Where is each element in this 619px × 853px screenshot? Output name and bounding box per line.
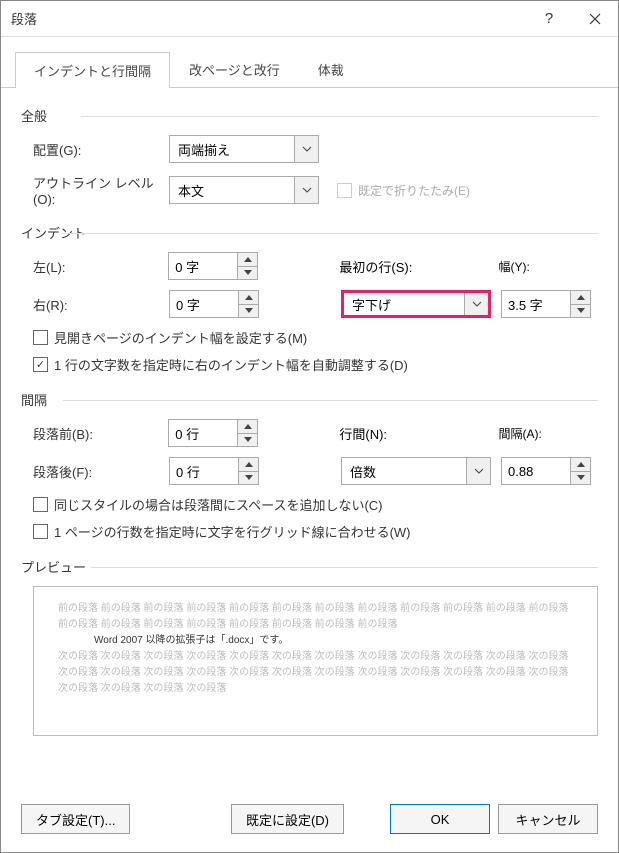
group-preview: プレビュー 前の段落 前の段落 前の段落 前の段落 前の段落 前の段落 前の段落… (21, 557, 598, 736)
preview-box: 前の段落 前の段落 前の段落 前の段落 前の段落 前の段落 前の段落 前の段落 … (33, 586, 598, 736)
content: 全般 配置(G): 両端揃え アウトライン レベル(O): 本文 既定で折りたた… (1, 88, 618, 790)
tab-indent-spacing[interactable]: インデントと行間隔 (15, 52, 170, 88)
outline-select[interactable]: 本文 (169, 176, 319, 204)
outline-label: アウトライン レベル(O): (33, 173, 169, 207)
tab-bar: インデントと行間隔 改ページと改行 体裁 (1, 37, 618, 88)
tab-label: 改ページと改行 (189, 63, 280, 78)
cancel-button[interactable]: キャンセル (498, 804, 598, 834)
preview-sample-text: Word 2007 以降の拡張子は「.docx」です。 (58, 633, 573, 649)
at-label: 間隔(A): (499, 425, 598, 442)
spin-value: 0.88 (502, 464, 570, 479)
tab-page-break[interactable]: 改ページと改行 (170, 51, 299, 87)
spin-up-icon[interactable] (238, 253, 257, 267)
alignment-select[interactable]: 両端揃え (169, 135, 319, 163)
spin-up-icon[interactable] (238, 420, 257, 434)
tab-label: インデントと行間隔 (34, 64, 151, 79)
spin-value: 0 字 (170, 295, 238, 314)
group-heading: 間隔 (21, 390, 598, 409)
select-value: 両端揃え (170, 140, 294, 159)
preview-before-text: 前の段落 前の段落 前の段落 前の段落 前の段落 前の段落 前の段落 前の段落 … (58, 601, 573, 633)
group-heading: プレビュー (21, 557, 598, 576)
line-spacing-label: 行間(N): (339, 424, 498, 443)
at-spinner[interactable]: 0.88 (501, 457, 591, 485)
right-indent-label: 右(R): (33, 295, 169, 314)
chevron-down-icon (294, 177, 318, 203)
group-indent: インデント 左(L): 0 字 最初の行(S): 幅(Y): 右(R): 0 字 (21, 223, 598, 374)
spin-down-icon[interactable] (239, 472, 258, 485)
collapsed-label: 既定で折りたたみ(E) (358, 182, 470, 199)
mirror-indent-checkbox[interactable] (33, 330, 48, 345)
by-spinner[interactable]: 3.5 字 (501, 290, 591, 318)
collapsed-checkbox (337, 183, 352, 198)
group-general: 全般 配置(G): 両端揃え アウトライン レベル(O): 本文 既定で折りたた… (21, 106, 598, 207)
spin-down-icon[interactable] (571, 472, 590, 485)
snap-grid-label: 1 ページの行数を指定時に文字を行グリッド線に合わせる(W) (54, 522, 411, 541)
spin-value: 0 字 (169, 257, 237, 276)
auto-indent-checkbox[interactable]: ✓ (33, 357, 48, 372)
paragraph-dialog: 段落 ? インデントと行間隔 改ページと改行 体裁 全般 配置(G): 両端揃え… (0, 0, 619, 853)
alignment-label: 配置(G): (33, 140, 169, 159)
spin-value: 0 行 (169, 424, 237, 443)
right-indent-spinner[interactable]: 0 字 (169, 290, 259, 318)
group-spacing: 間隔 段落前(B): 0 行 行間(N): 間隔(A): 段落後(F): 0 行 (21, 390, 598, 541)
spin-down-icon[interactable] (571, 305, 590, 318)
by-label: 幅(Y): (499, 258, 598, 275)
before-spinner[interactable]: 0 行 (168, 419, 258, 447)
group-heading: インデント (21, 223, 598, 242)
line-spacing-select[interactable]: 倍数 (341, 457, 491, 485)
select-value: 本文 (170, 181, 294, 200)
button-label: OK (431, 812, 450, 827)
spin-up-icon[interactable] (239, 458, 258, 472)
tabs-button[interactable]: タブ設定(T)... (21, 804, 130, 834)
no-space-same-style-label: 同じスタイルの場合は段落間にスペースを追加しない(C) (54, 495, 383, 514)
help-button[interactable]: ? (526, 1, 572, 37)
tab-label: 体裁 (318, 63, 344, 78)
button-label: 既定に設定(D) (246, 810, 329, 829)
left-indent-spinner[interactable]: 0 字 (168, 252, 258, 280)
set-default-button[interactable]: 既定に設定(D) (231, 804, 344, 834)
spin-value: 0 行 (170, 462, 238, 481)
spin-up-icon[interactable] (571, 291, 590, 305)
ok-button[interactable]: OK (390, 804, 490, 834)
chevron-down-icon (466, 458, 490, 484)
spin-down-icon[interactable] (239, 305, 258, 318)
special-indent-select[interactable]: 字下げ (341, 290, 491, 318)
before-label: 段落前(B): (33, 424, 168, 443)
spin-down-icon[interactable] (238, 267, 257, 280)
after-label: 段落後(F): (33, 462, 169, 481)
snap-grid-checkbox[interactable] (33, 524, 48, 539)
spin-up-icon[interactable] (571, 458, 590, 472)
spin-value: 3.5 字 (502, 295, 570, 314)
group-heading: 全般 (21, 106, 598, 125)
select-value: 字下げ (344, 295, 464, 314)
close-button[interactable] (572, 1, 618, 37)
spin-up-icon[interactable] (239, 291, 258, 305)
preview-after-text: 次の段落 次の段落 次の段落 次の段落 次の段落 次の段落 次の段落 次の段落 … (58, 649, 573, 697)
titlebar: 段落 ? (1, 1, 618, 37)
close-icon (589, 13, 601, 25)
button-label: キャンセル (515, 810, 580, 829)
special-indent-label: 最初の行(S): (339, 257, 498, 276)
chevron-down-icon (294, 136, 318, 162)
after-spinner[interactable]: 0 行 (169, 457, 259, 485)
chevron-down-icon (464, 293, 488, 315)
select-value: 倍数 (342, 462, 466, 481)
dialog-title: 段落 (11, 9, 526, 28)
button-label: タブ設定(T)... (36, 810, 115, 829)
spin-down-icon[interactable] (238, 434, 257, 447)
left-indent-label: 左(L): (33, 257, 168, 276)
auto-indent-label: 1 行の文字数を指定時に右のインデント幅を自動調整する(D) (54, 355, 408, 374)
tab-asian[interactable]: 体裁 (299, 51, 363, 87)
footer: タブ設定(T)... 既定に設定(D) OK キャンセル (1, 790, 618, 852)
mirror-indent-label: 見開きページのインデント幅を設定する(M) (54, 328, 307, 347)
no-space-same-style-checkbox[interactable] (33, 497, 48, 512)
